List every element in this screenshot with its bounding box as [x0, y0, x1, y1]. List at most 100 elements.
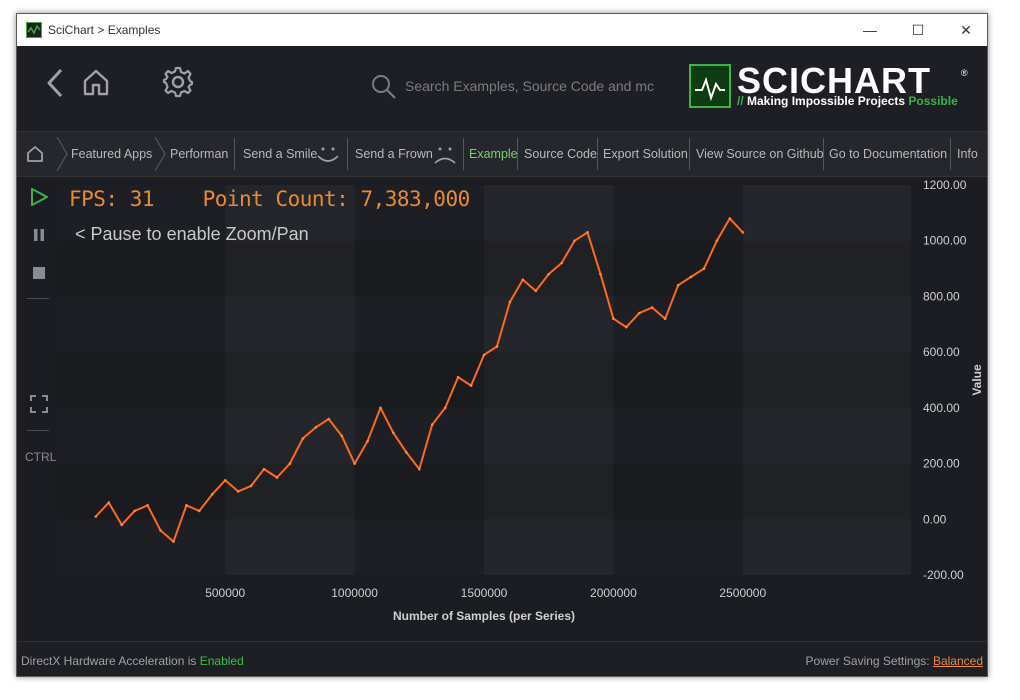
data-point	[366, 439, 369, 443]
pause-button[interactable]	[27, 223, 51, 247]
data-point	[482, 353, 486, 357]
data-point	[379, 406, 382, 410]
data-point	[301, 437, 305, 440]
toolbar-divider	[27, 298, 49, 299]
data-point	[430, 423, 434, 426]
y-tick-label: 200.00	[923, 457, 960, 471]
data-point	[236, 490, 240, 493]
divider	[234, 138, 235, 170]
home-icon	[83, 69, 109, 96]
export-solution-button[interactable]: Export Solution	[603, 147, 688, 161]
app-icon	[26, 22, 42, 38]
frown-icon	[434, 147, 456, 164]
gear-icon	[162, 66, 194, 98]
settings-button[interactable]	[161, 65, 195, 99]
data-point	[198, 509, 201, 513]
crumb-performance[interactable]: Performanc	[170, 147, 228, 161]
stop-button[interactable]	[27, 261, 51, 285]
data-point	[262, 467, 266, 471]
fps-value: FPS: 31	[69, 187, 155, 211]
data-point	[469, 384, 473, 387]
grid-band-horizontal	[57, 240, 911, 297]
x-axis-title: Number of Samples (per Series)	[393, 609, 575, 623]
close-button[interactable]: ✕	[943, 14, 989, 46]
y-axis-title: Value	[970, 364, 984, 396]
example-content: 500000 1000000 1500000 2000000 2500000 -200.0…	[17, 177, 987, 641]
divider	[689, 138, 690, 170]
chevron-right-icon	[154, 136, 166, 172]
minimize-button[interactable]: —	[847, 14, 893, 46]
divider	[347, 138, 348, 170]
minimize-icon: —	[863, 22, 877, 38]
tab-example[interactable]: Example	[469, 147, 518, 161]
data-point	[210, 492, 214, 496]
maximize-button[interactable]: ☐	[895, 14, 941, 46]
data-point	[327, 417, 331, 421]
data-point	[443, 406, 447, 410]
stop-icon	[33, 267, 45, 279]
breadcrumb-home-button[interactable]	[25, 144, 45, 164]
pause-icon	[34, 229, 44, 241]
title-bar: SciChart > Examples — ☐ ✕	[17, 14, 987, 46]
chevron-right-icon	[56, 136, 68, 172]
y-tick-label: 1200.00	[923, 178, 967, 192]
x-tick-label: 2000000	[590, 586, 637, 600]
data-point	[314, 426, 318, 429]
back-arrow-icon	[47, 68, 63, 98]
data-point	[405, 451, 408, 454]
grid-band-horizontal	[57, 352, 911, 408]
power-saving-status: Power Saving Settings: Balanced	[805, 654, 983, 668]
chart-surface[interactable]: 500000 1000000 1500000 2000000 2500000 -200.0…	[17, 177, 987, 641]
data-point	[392, 431, 395, 435]
data-point	[663, 317, 667, 321]
play-button[interactable]	[27, 185, 51, 209]
send-frown-button[interactable]: Send a Frown	[355, 147, 433, 161]
window-title: SciChart > Examples	[48, 23, 161, 37]
divider	[463, 138, 464, 170]
ctrl-modifier-button[interactable]: CTRL	[25, 450, 56, 464]
home-button[interactable]	[81, 66, 111, 98]
data-point	[456, 375, 460, 379]
home-icon	[27, 146, 43, 162]
view-github-link[interactable]: View Source on Github	[696, 147, 824, 161]
data-point	[249, 484, 253, 488]
data-point	[547, 272, 550, 276]
data-point	[107, 501, 111, 504]
scichart-logo: SCICHART ® // Making Impossible Projects…	[689, 60, 969, 112]
toolbar-divider	[27, 430, 49, 431]
data-point	[521, 278, 525, 282]
x-tick-label: 500000	[205, 586, 245, 600]
back-button[interactable]	[41, 66, 69, 100]
documentation-link[interactable]: Go to Documentation	[829, 147, 947, 161]
crumb-featured-apps[interactable]: Featured Apps	[71, 147, 152, 161]
data-point	[612, 317, 615, 321]
data-point	[702, 267, 706, 270]
send-smile-button[interactable]: Send a Smile	[243, 147, 317, 161]
divider	[823, 138, 824, 170]
data-point	[741, 231, 745, 234]
data-point	[159, 529, 162, 532]
data-point	[637, 311, 641, 315]
fps-readout: FPS: 31 Point Count: 7,383,000	[69, 187, 470, 211]
data-point	[625, 325, 628, 329]
smile-icon	[317, 147, 339, 162]
x-tick-label: 1500000	[461, 586, 508, 600]
search-input[interactable]: Search Examples, Source Code and mc	[405, 78, 654, 94]
data-point	[586, 231, 589, 234]
close-icon: ✕	[960, 21, 972, 38]
tab-source-code[interactable]: Source Code	[524, 147, 597, 161]
zoom-extents-button[interactable]	[27, 392, 51, 416]
power-saving-link[interactable]: Balanced	[933, 654, 983, 668]
info-link[interactable]: Info	[957, 147, 978, 161]
x-tick-label: 1000000	[331, 586, 378, 600]
data-point	[288, 462, 292, 465]
data-point	[650, 306, 654, 309]
data-point	[715, 239, 719, 243]
search-box[interactable]: Search Examples, Source Code and mc	[369, 74, 669, 100]
y-tick-label: -200.00	[923, 568, 964, 582]
data-point	[599, 272, 602, 276]
data-point	[534, 289, 538, 293]
y-tick-label: 400.00	[923, 401, 960, 415]
data-point	[353, 462, 356, 465]
data-point	[94, 515, 98, 518]
